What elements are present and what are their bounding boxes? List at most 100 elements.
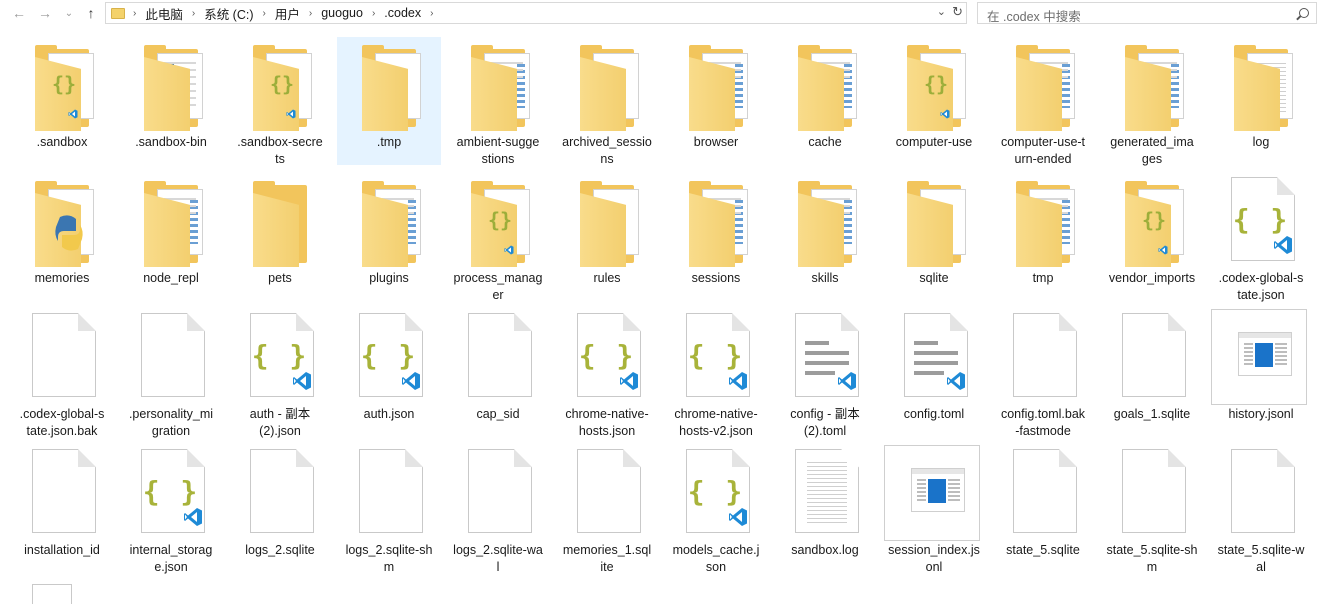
item-label: memories <box>10 270 114 287</box>
item-label-line: e.json <box>154 560 188 574</box>
file-item[interactable]: logs_2.sqlite <box>228 445 332 573</box>
item-label: cache <box>773 134 877 151</box>
vscode-icon <box>947 372 965 390</box>
file-item[interactable]: { } auth - 副本 (2).json <box>228 309 332 438</box>
file-item[interactable]: { } .codex-global-s tate.json <box>1209 173 1313 302</box>
folder-item[interactable]: memories <box>10 173 114 301</box>
refresh-icon[interactable]: ↻ <box>952 4 963 20</box>
file-icon <box>446 445 550 541</box>
file-item[interactable]: goals_1.sqlite <box>1100 309 1204 437</box>
chevron-down-icon[interactable]: ⌄ <box>937 5 946 18</box>
folder-item[interactable]: node_repl <box>119 173 223 301</box>
file-item[interactable]: state_5.sqlite-w al <box>1209 445 1313 574</box>
file-item[interactable]: .codex-global-s tate.json.bak <box>10 309 114 438</box>
breadcrumb-item[interactable]: guoguo <box>321 6 363 20</box>
explorer-toolbar: ← → ⌄ ↑ › 此电脑 › 系统 (C:) › 用户 › guoguo › … <box>0 0 1331 28</box>
folder-item[interactable]: log <box>1209 37 1313 165</box>
address-bar[interactable]: › 此电脑 › 系统 (C:) › 用户 › guoguo › .codex ›… <box>105 2 967 24</box>
window-preview-icon <box>911 468 965 512</box>
folder-item[interactable]: {} .sandbox <box>10 37 114 165</box>
chevron-right-icon[interactable]: › <box>133 8 136 19</box>
item-label-line: chrome-native- <box>674 407 758 421</box>
chevron-right-icon[interactable]: › <box>430 8 433 19</box>
file-item[interactable]: session_index.js onl <box>882 445 986 574</box>
item-label-line: er <box>492 288 504 302</box>
folder-item[interactable]: {} vendor_imports <box>1100 173 1204 301</box>
file-icon <box>10 445 114 541</box>
file-item[interactable]: logs_2.sqlite-wa l <box>446 445 550 574</box>
file-item[interactable] <box>32 584 72 604</box>
folder-item[interactable]: rules <box>555 173 659 301</box>
item-label-line: onl <box>925 560 943 574</box>
folder-item[interactable]: {} computer-use <box>882 37 986 165</box>
search-icon[interactable] <box>1299 8 1309 18</box>
folder-icon <box>228 173 332 269</box>
chevron-down-icon[interactable]: ⌄ <box>58 2 80 24</box>
item-label: logs_2.sqlite-sh m <box>337 542 441 576</box>
vscode-icon <box>729 372 747 390</box>
file-item[interactable]: { } internal_storag e.json <box>119 445 223 574</box>
search-input[interactable]: 在 .codex 中搜索 <box>977 2 1317 24</box>
item-label-line: (2).toml <box>803 424 847 438</box>
file-item[interactable]: { } chrome-native-hosts-v2.json <box>664 309 768 438</box>
file-item[interactable]: { } models_cache.j son <box>664 445 768 574</box>
up-arrow-icon[interactable]: ↑ <box>80 2 102 24</box>
forward-arrow-icon[interactable]: → <box>34 2 56 24</box>
item-label-line: state_5.sqlite-sh <box>1106 543 1198 557</box>
vscode-icon <box>620 372 638 390</box>
folder-item[interactable]: generated_ima ges <box>1100 37 1204 166</box>
file-item[interactable]: { } auth.json <box>337 309 441 437</box>
file-item[interactable]: config.toml <box>882 309 986 437</box>
folder-item[interactable]: sqlite <box>882 173 986 301</box>
file-item[interactable]: .personality_mi gration <box>119 309 223 438</box>
file-item[interactable]: memories_1.sql ite <box>555 445 659 574</box>
file-item[interactable]: installation_id <box>10 445 114 573</box>
item-label-line: m <box>1146 560 1158 574</box>
file-icon <box>555 445 659 541</box>
breadcrumb-item[interactable]: 系统 (C:) <box>204 4 253 23</box>
file-item[interactable]: config.toml.bak -fastmode <box>991 309 1095 438</box>
folder-item[interactable]: browser <box>664 37 768 165</box>
breadcrumb-item[interactable]: 此电脑 <box>145 4 183 23</box>
file-icon <box>10 309 114 405</box>
folder-item[interactable]: {} .sandbox-secre ts <box>228 37 332 166</box>
file-item[interactable]: logs_2.sqlite-sh m <box>337 445 441 576</box>
file-icon <box>119 309 223 405</box>
folder-item[interactable]: pets <box>228 173 332 301</box>
file-item[interactable]: history.jsonl <box>1209 309 1313 437</box>
folder-item[interactable]: {} process_manag er <box>446 173 550 302</box>
file-item[interactable]: state_5.sqlite <box>991 445 1095 573</box>
file-item[interactable]: state_5.sqlite-shm <box>1100 445 1204 574</box>
chevron-right-icon[interactable]: › <box>309 8 312 19</box>
folder-item[interactable]: tmp <box>991 173 1095 301</box>
file-item[interactable]: cap_sid <box>446 309 550 437</box>
chevron-right-icon[interactable]: › <box>372 8 375 19</box>
item-label-line: son <box>705 560 727 574</box>
folder-item[interactable]: cache <box>773 37 877 165</box>
folder-item[interactable]: skills <box>773 173 877 301</box>
chevron-right-icon[interactable]: › <box>192 8 195 19</box>
folder-icon: {} <box>882 37 986 133</box>
folder-item[interactable]: .sandbox-bin <box>119 37 223 165</box>
folder-item[interactable]: .tmp <box>337 37 441 165</box>
folder-item[interactable]: plugins <box>337 173 441 301</box>
breadcrumb-item[interactable]: 用户 <box>275 4 300 23</box>
file-item[interactable]: config - 副本 (2).toml <box>773 309 877 438</box>
chevron-right-icon[interactable]: › <box>263 8 266 19</box>
folder-item[interactable]: sessions <box>664 173 768 301</box>
vscode-icon <box>504 245 514 255</box>
json-braces-icon: {} <box>270 72 295 96</box>
folder-item[interactable]: ambient-sugge stions <box>446 37 550 166</box>
file-item[interactable]: sandbox.log <box>773 445 877 573</box>
folder-icon <box>337 37 441 133</box>
item-label-line: ns <box>600 152 614 166</box>
back-arrow-icon[interactable]: ← <box>8 2 30 24</box>
file-icon: { } <box>228 309 332 405</box>
breadcrumb-item[interactable]: .codex <box>384 6 421 20</box>
folder-item[interactable]: computer-use-t urn-ended <box>991 37 1095 166</box>
file-item[interactable]: { } chrome-native-hosts.json <box>555 309 659 438</box>
item-label: goals_1.sqlite <box>1100 406 1204 423</box>
folder-item[interactable]: archived_sessio ns <box>555 37 659 166</box>
item-label-line: config.toml <box>903 407 965 421</box>
item-label: vendor_imports <box>1100 270 1204 287</box>
